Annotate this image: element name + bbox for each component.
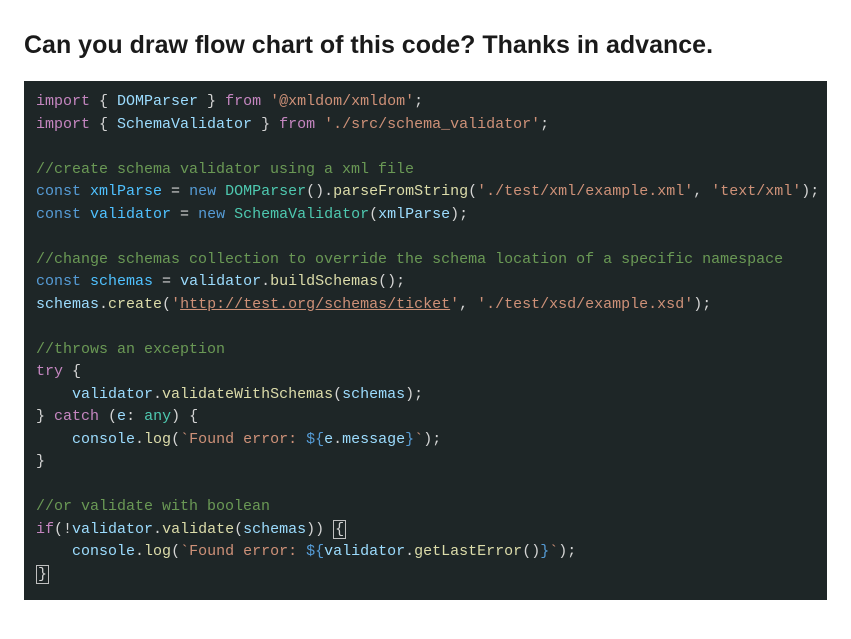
ident-domparser: DOMParser — [117, 93, 198, 110]
ident-schemas: schemas — [36, 296, 99, 313]
fn-validatewithschemas: validateWithSchemas — [162, 386, 333, 403]
brace-close: } — [198, 93, 225, 110]
comment: //change schemas collection to override … — [36, 251, 783, 268]
kw-try: try — [36, 363, 63, 380]
kw-from: from — [279, 116, 315, 133]
str-template: `Found error: — [180, 543, 306, 560]
fn-log: log — [144, 543, 171, 560]
kw-const: const — [36, 183, 81, 200]
arg-schemas: schemas — [243, 521, 306, 538]
kw-from: from — [225, 93, 261, 110]
kw-import: import — [36, 116, 90, 133]
comment: //throws an exception — [36, 341, 225, 358]
type-any: any — [144, 408, 171, 425]
str-module: '@xmldom/xmldom' — [270, 93, 414, 110]
ident-console: console — [72, 543, 135, 560]
arg-xmlparse: xmlParse — [378, 206, 450, 223]
var-validator: validator — [90, 206, 171, 223]
cursor-brace: { — [333, 520, 346, 539]
kw-if: if — [36, 521, 54, 538]
fn-buildschemas: buildSchemas — [270, 273, 378, 290]
var-xmlparse: xmlParse — [90, 183, 162, 200]
ident-validator: validator — [72, 521, 153, 538]
url-link[interactable]: http://test.org/schemas/ticket — [180, 296, 450, 313]
str-template: `Found error: — [180, 431, 306, 448]
ident-schemavalidator: SchemaValidator — [117, 116, 252, 133]
var-schemas: schemas — [90, 273, 153, 290]
ident-validator: validator — [180, 273, 261, 290]
class-domparser: DOMParser — [225, 183, 306, 200]
cursor-brace-close: } — [36, 565, 49, 584]
ident-e: e — [324, 431, 333, 448]
class-schemavalidator: SchemaValidator — [234, 206, 369, 223]
fn-validate: validate — [162, 521, 234, 538]
kw-import: import — [36, 93, 90, 110]
kw-const: const — [36, 206, 81, 223]
question-heading: Can you draw flow chart of this code? Th… — [24, 28, 827, 63]
comment: //or validate with boolean — [36, 498, 270, 515]
code-block: import { DOMParser } from '@xmldom/xmldo… — [24, 81, 827, 600]
ident-validator: validator — [324, 543, 405, 560]
fn-log: log — [144, 431, 171, 448]
fn-getlasterror: getLastError — [414, 543, 522, 560]
arg-schemas: schemas — [342, 386, 405, 403]
param-e: e — [117, 408, 126, 425]
str-xmlpath: './test/xml/example.xml' — [477, 183, 693, 200]
str-mime: 'text/xml' — [711, 183, 801, 200]
ident-validator: validator — [72, 386, 153, 403]
kw-new: new — [198, 206, 225, 223]
comment: //create schema validator using a xml fi… — [36, 161, 414, 178]
brace-open: { — [90, 93, 117, 110]
question-container: Can you draw flow chart of this code? Th… — [0, 0, 851, 600]
str-xsdpath: './test/xsd/example.xsd' — [477, 296, 693, 313]
kw-catch: catch — [54, 408, 99, 425]
prop-message: message — [342, 431, 405, 448]
fn-create: create — [108, 296, 162, 313]
fn-parsefromstring: parseFromString — [333, 183, 468, 200]
kw-const: const — [36, 273, 81, 290]
kw-new: new — [189, 183, 216, 200]
str-module: './src/schema_validator' — [324, 116, 540, 133]
ident-console: console — [72, 431, 135, 448]
